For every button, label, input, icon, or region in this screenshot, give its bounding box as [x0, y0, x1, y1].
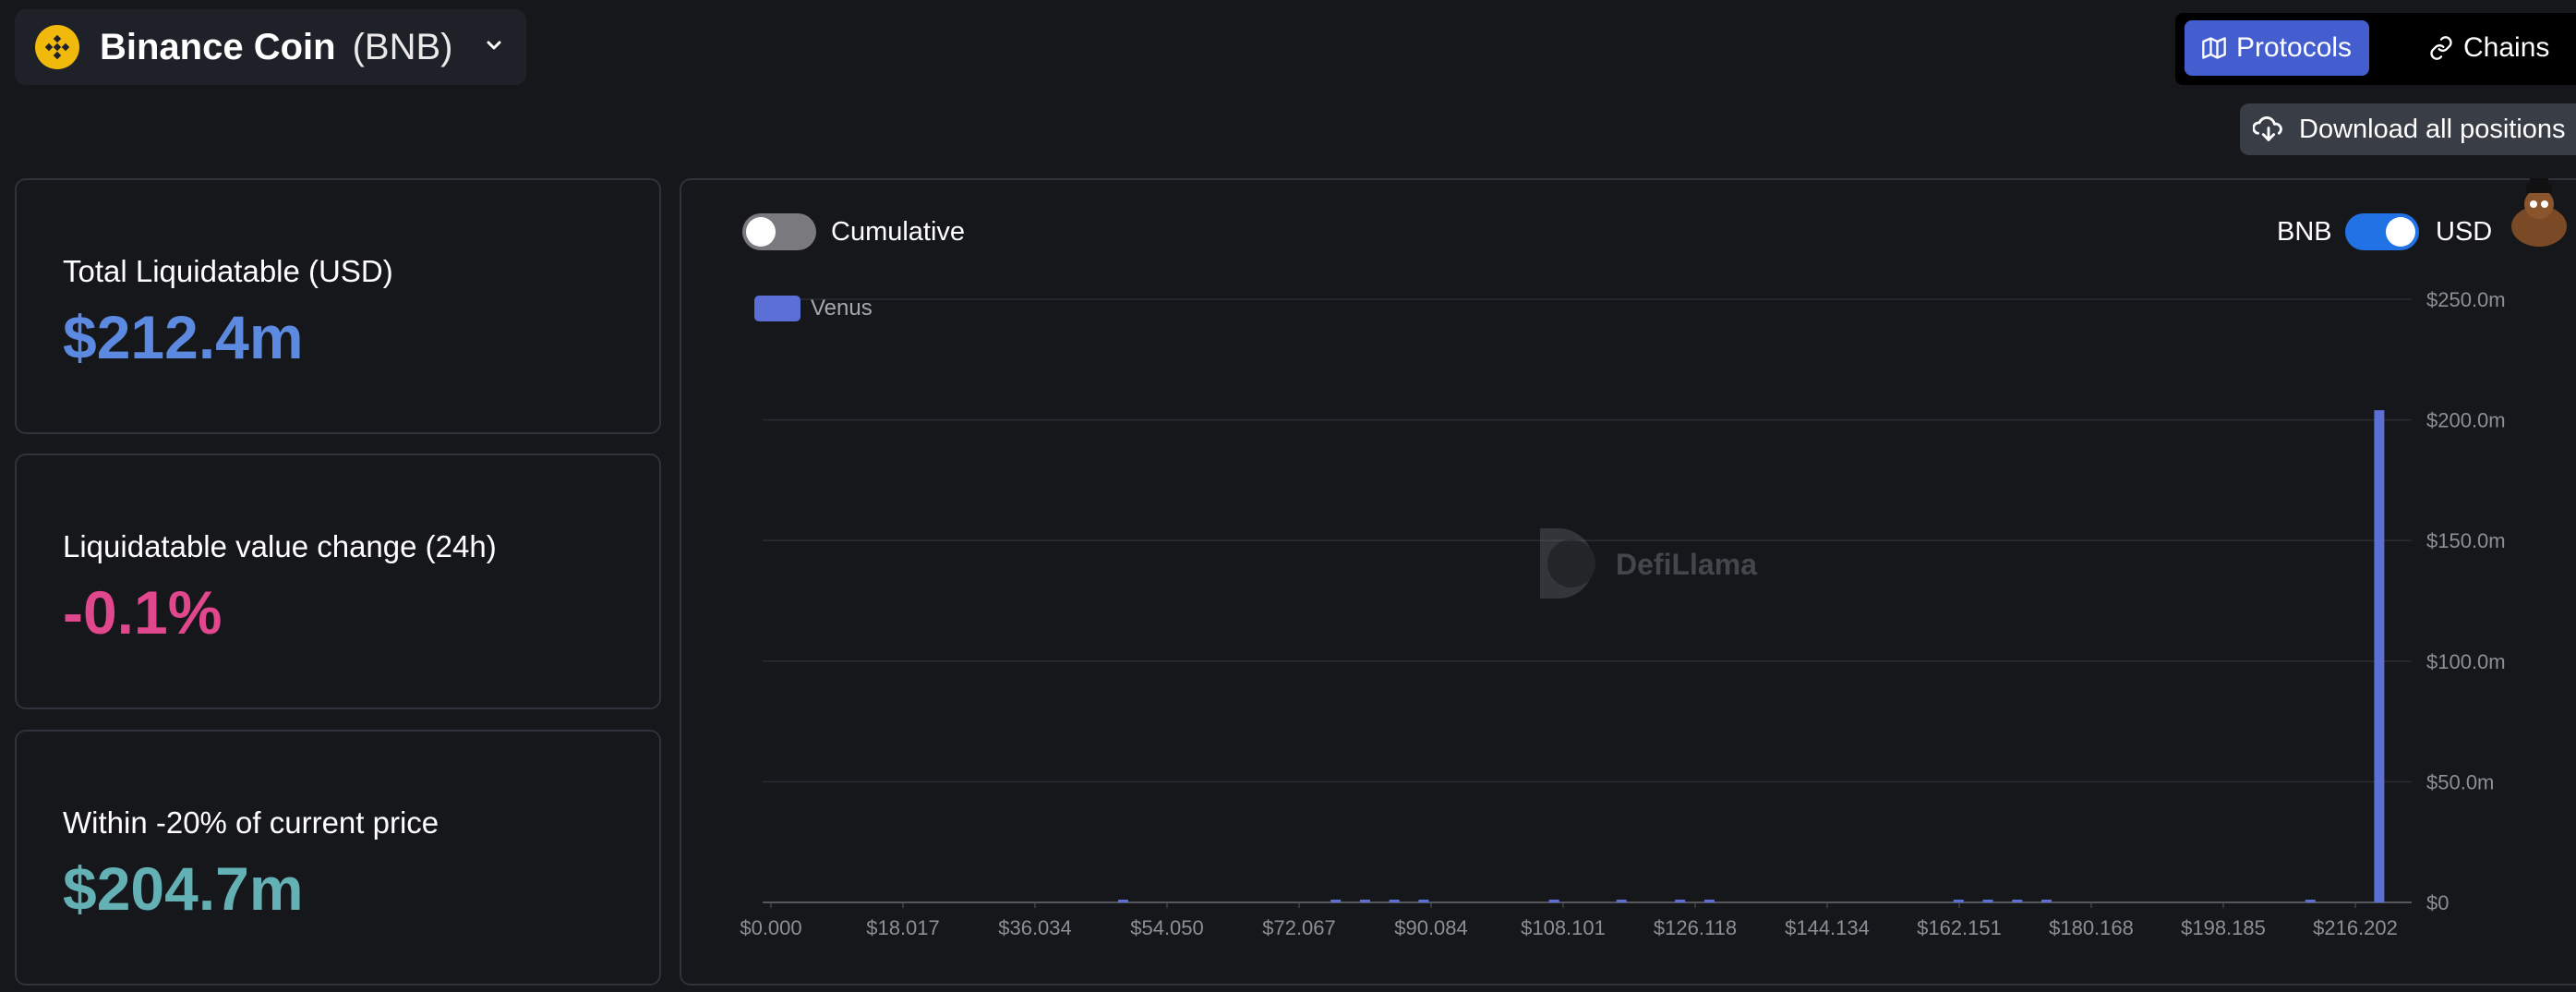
x-tick-label: $54.050 [1130, 916, 1204, 939]
liquidation-chart: $0.000 $18.017 $36.034 $54.050 $72.067 $90.08… [740, 288, 2506, 939]
bar-venus[interactable] [1548, 900, 1559, 902]
x-tick-label: $72.067 [1262, 916, 1336, 939]
bar-venus[interactable] [1616, 900, 1627, 902]
bar-venus[interactable] [1389, 900, 1400, 902]
bar-venus[interactable] [1953, 900, 1964, 902]
legend-swatch-venus[interactable] [754, 296, 800, 321]
bar-venus[interactable] [1675, 900, 1686, 902]
x-tick-label: $0.000 [740, 916, 801, 939]
y-tick-label: $250.0m [2426, 288, 2506, 311]
x-tick-label: $126.118 [1654, 916, 1737, 939]
bar-venus[interactable] [2374, 410, 2385, 903]
x-tick-label: $90.084 [1394, 916, 1468, 939]
x-tick-label: $108.101 [1521, 916, 1606, 939]
y-tick-label: $50.0m [2426, 770, 2494, 793]
y-tick-label: $100.0m [2426, 650, 2506, 673]
bar-venus[interactable] [1359, 900, 1370, 902]
legend-label-venus[interactable]: Venus [811, 296, 873, 321]
bar-venus[interactable] [1703, 900, 1715, 902]
y-tick-label: $150.0m [2426, 529, 2506, 552]
bar-venus[interactable] [1982, 900, 1993, 902]
bar-venus[interactable] [2012, 900, 2023, 902]
bar-venus[interactable] [1117, 900, 1128, 902]
svg-text:DefiLlama: DefiLlama [1616, 548, 1757, 581]
x-tick-label: $144.134 [1785, 916, 1870, 939]
x-tick-label: $18.017 [866, 916, 940, 939]
defillama-watermark: DefiLlama [1540, 528, 1757, 599]
bar-venus[interactable] [1330, 900, 1342, 902]
bar-venus[interactable] [2041, 900, 2052, 902]
x-tick-label: $216.202 [2313, 916, 2398, 939]
bar-venus[interactable] [1418, 900, 1429, 902]
x-tick-label: $198.185 [2181, 916, 2266, 939]
y-tick-label: $200.0m [2426, 409, 2506, 432]
bar-venus[interactable] [2305, 900, 2316, 902]
x-tick-label: $36.034 [998, 916, 1072, 939]
x-tick-label: $162.151 [1917, 916, 2002, 939]
llama-mascot-icon [2511, 178, 2567, 247]
x-tick-label: $180.168 [2049, 916, 2134, 939]
y-tick-label: $0 [2426, 891, 2449, 914]
